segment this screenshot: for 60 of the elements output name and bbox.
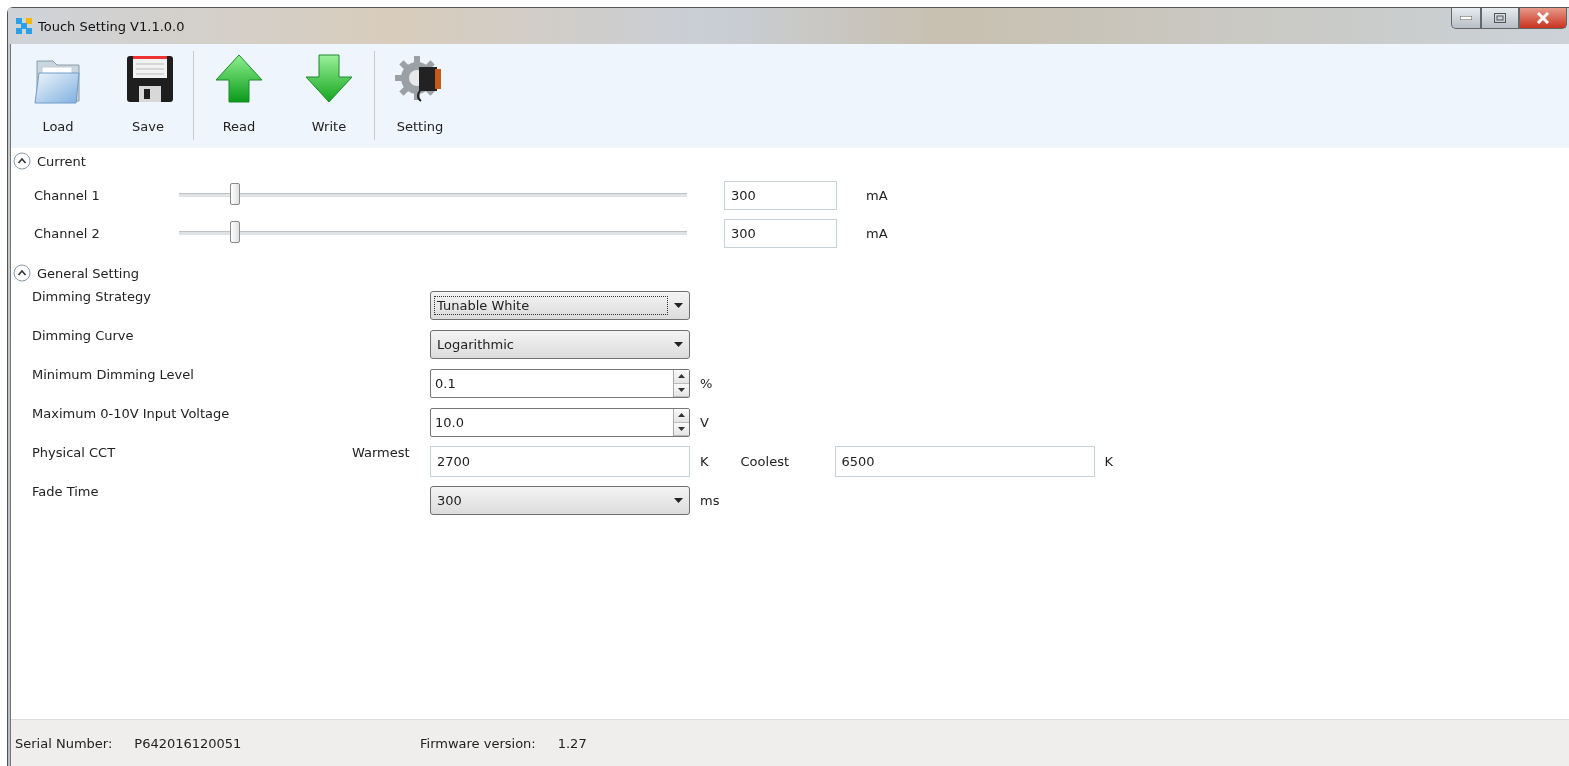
setting-label: Dimming Strategy — [32, 289, 151, 304]
unit-label: V — [700, 415, 709, 430]
setting-label: Dimming Curve — [32, 328, 134, 343]
down-triangle-icon — [678, 426, 685, 431]
up-triangle-icon — [678, 374, 685, 379]
status-value: P642016120051 — [134, 736, 242, 751]
maximize-icon — [1494, 13, 1506, 23]
status-label: Serial Number: — [15, 736, 113, 751]
increment-button[interactable] — [674, 370, 689, 384]
status-label: Firmware version: — [420, 736, 536, 751]
close-icon — [1536, 12, 1550, 24]
toolbar-button[interactable]: Save — [103, 44, 193, 148]
dropdown[interactable]: Logarithmic — [430, 330, 690, 359]
toolbar-button[interactable]: Setting — [375, 44, 465, 148]
unit-label: K — [1104, 454, 1114, 469]
toolbar-button[interactable]: Write — [284, 44, 374, 148]
setting-label: Maximum 0-10V Input Voltage — [32, 406, 230, 421]
dropdown[interactable]: 300 — [430, 486, 690, 515]
collapse-toggle-icon[interactable] — [13, 264, 31, 282]
section-title: General Setting — [37, 265, 139, 281]
dropdown[interactable]: Tunable White — [430, 291, 690, 320]
up-arrow-icon — [214, 53, 264, 105]
section-title: Current — [37, 153, 86, 169]
setting-label: Minimum Dimming Level — [32, 367, 194, 382]
unit-label: % — [700, 376, 713, 391]
unit-label: mA — [866, 187, 888, 203]
status-value: 1.27 — [557, 736, 587, 751]
window-title: Touch Setting V1.1.0.0 — [38, 18, 185, 34]
unit-label: mA — [866, 225, 888, 241]
channel-label: Channel 2 — [34, 225, 101, 241]
warmest-label: Warmest — [352, 445, 410, 460]
slider-thumb[interactable] — [229, 221, 240, 243]
cct-input-field[interactable]: 2700 — [430, 446, 690, 477]
setting-label: Physical CCT — [32, 445, 116, 460]
close-button[interactable] — [1519, 8, 1567, 29]
down-arrow-icon — [304, 53, 354, 105]
toolbar-button[interactable]: Read — [194, 44, 284, 148]
app-icon — [16, 18, 32, 34]
current-input-field[interactable]: 300 — [724, 180, 837, 210]
unit-label: K — [700, 454, 709, 469]
current-input-field[interactable]: 300 — [724, 218, 837, 248]
slider-thumb[interactable] — [229, 183, 240, 205]
unit-label: ms — [700, 493, 720, 508]
maximize-button[interactable] — [1481, 8, 1519, 29]
setting-label: Fade Time — [32, 484, 99, 499]
dropdown-caret-icon — [674, 498, 683, 503]
coolest-label: Coolest — [740, 454, 790, 469]
channel-label: Channel 1 — [34, 187, 101, 203]
up-triangle-icon — [678, 413, 685, 418]
down-triangle-icon — [678, 387, 685, 392]
toolbar-button[interactable]: Load — [13, 44, 103, 148]
number-spinner[interactable]: 10.0 — [430, 408, 690, 437]
minimize-icon — [1460, 16, 1472, 20]
minimize-button[interactable] — [1451, 8, 1481, 29]
dropdown-caret-icon — [674, 342, 683, 347]
number-spinner[interactable]: 0.1 — [430, 369, 690, 398]
cct-input-field[interactable]: 6500 — [834, 446, 1095, 477]
increment-button[interactable] — [674, 409, 689, 423]
collapse-toggle-icon[interactable] — [13, 152, 31, 170]
dropdown-caret-icon — [674, 303, 683, 308]
